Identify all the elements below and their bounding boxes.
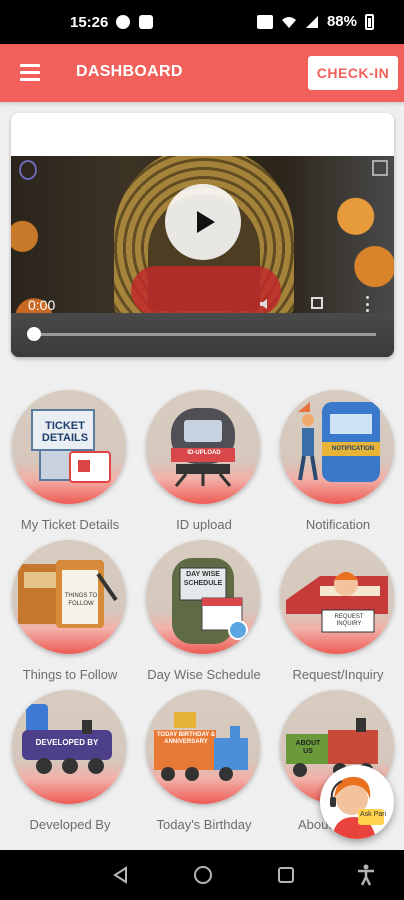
battery-percent: 88% [326, 13, 357, 30]
assistant-avatar-icon [330, 776, 384, 839]
developed-by-train-icon: DEVELOPED BY [12, 690, 126, 804]
page-title: DASHBOARD [76, 63, 183, 80]
wifi-icon [281, 16, 296, 28]
system-nav-bar [0, 850, 404, 900]
signal-icon [305, 15, 318, 28]
tile-label: Things to Follow [22, 667, 118, 682]
tile-label: Today's Birthday [156, 817, 252, 832]
more-options-icon[interactable] [366, 296, 370, 312]
tile-day-wise-schedule[interactable]: DAY WISE SCHEDULE Day Wise Schedule [144, 538, 264, 688]
tile-id-upload[interactable]: ID-UPLOAD ID upload [144, 388, 264, 538]
watermark-icon [372, 160, 388, 176]
channel-logo-icon [19, 160, 37, 180]
day-wise-schedule-icon: DAY WISE SCHEDULE [146, 540, 260, 654]
tile-notification[interactable]: NOTIFICATION Notification [278, 388, 398, 538]
assistant-label: Ask Pari [360, 811, 387, 818]
video-timecode: 0:00 [28, 297, 56, 313]
status-right: 88% [256, 13, 374, 30]
tile-request-inquiry[interactable]: REQUEST INQUIRY Request/Inquiry [278, 538, 398, 688]
tile-label: Notification [305, 517, 371, 532]
video-controls [11, 313, 394, 357]
app-bar: DASHBOARD CHECK-IN [0, 44, 404, 102]
check-in-button[interactable]: CHECK-IN [308, 56, 398, 90]
battery-icon [365, 13, 374, 30]
seek-track[interactable] [31, 333, 376, 336]
tile-art-text: DAY WISE SCHEDULE [183, 571, 223, 587]
home-icon[interactable] [194, 866, 212, 884]
volte-icon [256, 14, 273, 29]
tile-art-text: TICKET DETAILS [41, 420, 89, 444]
back-icon[interactable] [112, 866, 128, 884]
tile-developed-by[interactable]: DEVELOPED BY Developed By [10, 688, 130, 838]
tile-things-to-follow[interactable]: THINGS TO FOLLOW Things to Follow [10, 538, 130, 688]
recent-apps-icon[interactable] [278, 867, 294, 883]
menu-icon[interactable] [20, 64, 40, 81]
accessibility-icon[interactable] [357, 864, 375, 886]
tile-art-text: TODAY BIRTHDAY & ANNIVERSARY [156, 732, 216, 745]
tile-todays-birthday[interactable]: TODAY BIRTHDAY & ANNIVERSARY Today's Bir… [144, 688, 264, 838]
tile-label: ID upload [176, 517, 232, 532]
play-icon [196, 211, 215, 233]
gallery-notification-icon [139, 15, 153, 29]
play-button[interactable] [165, 184, 241, 260]
status-time: 15:26 [70, 14, 109, 31]
tile-label: Day Wise Schedule [147, 667, 261, 682]
app-notification-icon [116, 15, 130, 29]
tile-art-text: ID-UPLOAD [187, 450, 221, 456]
tile-art-text: DEVELOPED BY [35, 738, 99, 747]
request-inquiry-icon: REQUEST INQUIRY [280, 540, 394, 654]
volume-icon[interactable] [259, 297, 273, 311]
video-card: 0:00 [11, 113, 394, 357]
notification-train-icon: NOTIFICATION [280, 390, 394, 504]
tile-label: Developed By [29, 817, 111, 832]
status-bar: 15:26 88% [0, 0, 404, 44]
tile-art-text: ABOUT US [295, 740, 321, 755]
id-upload-train-icon: ID-UPLOAD [146, 390, 260, 504]
ticket-details-icon: TICKET DETAILS [12, 390, 126, 504]
tile-label: Request/Inquiry [292, 667, 384, 682]
tile-label: My Ticket Details [20, 517, 120, 532]
tile-art-text: THINGS TO FOLLOW [64, 593, 98, 607]
assistant-fab[interactable]: Ask Pari [320, 765, 394, 839]
tile-my-ticket-details[interactable]: TICKET DETAILS My Ticket Details [10, 388, 130, 538]
fullscreen-icon[interactable] [311, 297, 323, 309]
things-to-follow-icon: THINGS TO FOLLOW [12, 540, 126, 654]
birthday-train-icon: TODAY BIRTHDAY & ANNIVERSARY [146, 690, 260, 804]
tile-art-text: NOTIFICATION [331, 446, 375, 452]
tile-art-text: REQUEST INQUIRY [334, 614, 364, 627]
seek-thumb[interactable] [27, 327, 41, 341]
